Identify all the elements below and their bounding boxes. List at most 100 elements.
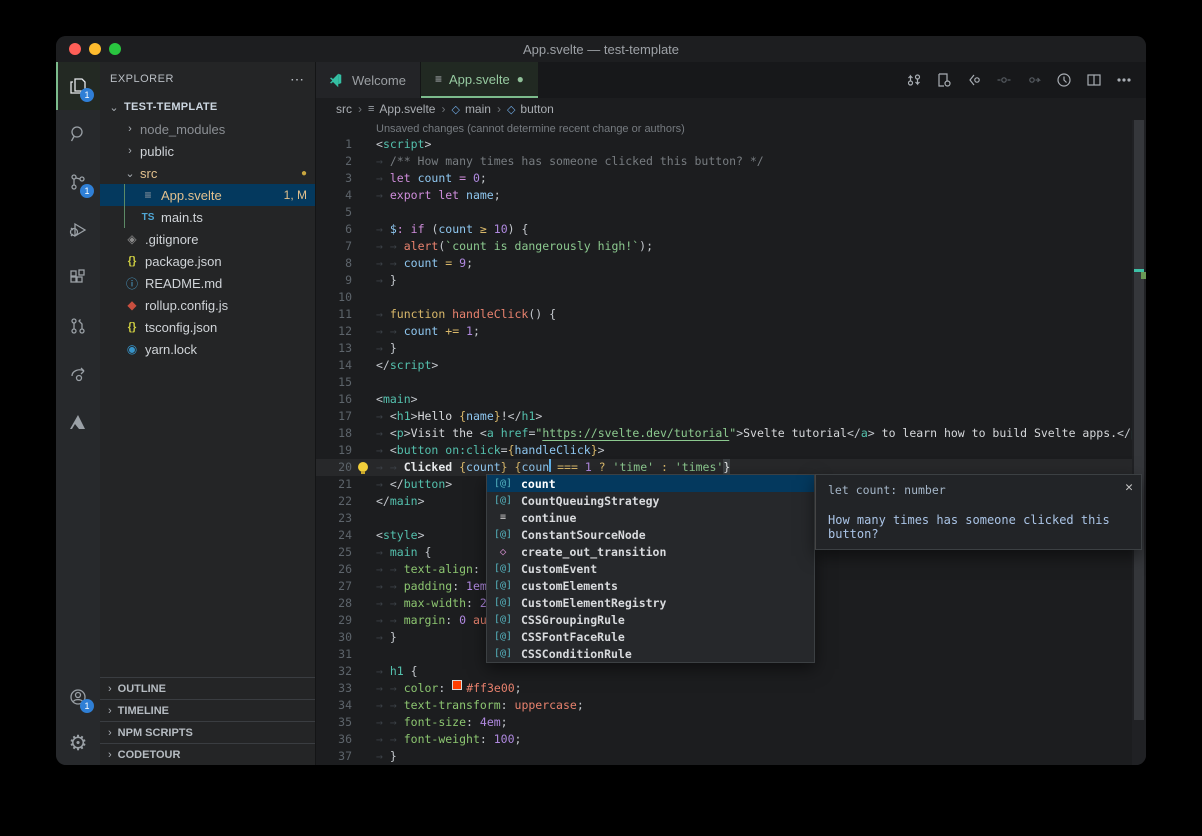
- gutter[interactable]: [352, 187, 376, 204]
- line-number[interactable]: 31: [316, 646, 352, 663]
- open-changes-icon[interactable]: [932, 68, 956, 92]
- line-number[interactable]: 9: [316, 272, 352, 289]
- gutter[interactable]: [352, 204, 376, 221]
- line-number[interactable]: 34: [316, 697, 352, 714]
- line-number[interactable]: 35: [316, 714, 352, 731]
- tree-item-readme.md[interactable]: ⓘREADME.md: [100, 272, 315, 294]
- gutter[interactable]: [352, 629, 376, 646]
- line-number[interactable]: 8: [316, 255, 352, 272]
- close-window-button[interactable]: [69, 43, 81, 55]
- code-line-1[interactable]: 1<script>: [316, 136, 1146, 153]
- code-line-37[interactable]: 37→ }: [316, 748, 1146, 765]
- breadcrumb-src[interactable]: src: [336, 102, 352, 116]
- line-number[interactable]: 7: [316, 238, 352, 255]
- suggest-item-ConstantSourceNode[interactable]: [@]ConstantSourceNode: [487, 526, 814, 543]
- gutter[interactable]: [352, 442, 376, 459]
- panel-npm-scripts[interactable]: ›NPM SCRIPTS: [100, 721, 315, 743]
- line-number[interactable]: 23: [316, 510, 352, 527]
- zoom-window-button[interactable]: [109, 43, 121, 55]
- code-line-10[interactable]: 10: [316, 289, 1146, 306]
- code-line-32[interactable]: 32→ h1 {: [316, 663, 1146, 680]
- settings-gear-icon[interactable]: ⚙: [56, 721, 100, 765]
- line-number[interactable]: 22: [316, 493, 352, 510]
- line-number[interactable]: 26: [316, 561, 352, 578]
- tree-item-src[interactable]: ⌄src●: [100, 162, 315, 184]
- line-number[interactable]: 28: [316, 595, 352, 612]
- extensions-icon[interactable]: [56, 254, 100, 302]
- line-number[interactable]: 18: [316, 425, 352, 442]
- gutter[interactable]: [352, 408, 376, 425]
- split-editor-icon[interactable]: [1082, 68, 1106, 92]
- code-line-35[interactable]: 35→ → font-size: 4em;: [316, 714, 1146, 731]
- code-line-17[interactable]: 17→ <h1>Hello {name}!</h1>: [316, 408, 1146, 425]
- code-line-6[interactable]: 6→ $: if (count ≥ 10) {: [316, 221, 1146, 238]
- gutter[interactable]: [352, 578, 376, 595]
- line-number[interactable]: 21: [316, 476, 352, 493]
- gutter[interactable]: [352, 221, 376, 238]
- accounts-icon[interactable]: 1: [56, 673, 100, 721]
- gutter[interactable]: [352, 238, 376, 255]
- gutter[interactable]: [352, 663, 376, 680]
- code-line-2[interactable]: 2→ /** How many times has someone clicke…: [316, 153, 1146, 170]
- modified-dot-icon[interactable]: ●: [517, 72, 524, 86]
- gutter[interactable]: [352, 527, 376, 544]
- gutter[interactable]: [352, 476, 376, 493]
- line-number[interactable]: 19: [316, 442, 352, 459]
- line-number[interactable]: 15: [316, 374, 352, 391]
- line-number[interactable]: 29: [316, 612, 352, 629]
- code-line-16[interactable]: 16<main>: [316, 391, 1146, 408]
- line-number[interactable]: 16: [316, 391, 352, 408]
- line-number[interactable]: 4: [316, 187, 352, 204]
- suggest-item-CustomEvent[interactable]: [@]CustomEvent: [487, 560, 814, 577]
- gutter[interactable]: [352, 459, 376, 476]
- code-line-34[interactable]: 34→ → text-transform: uppercase;: [316, 697, 1146, 714]
- next-change-icon[interactable]: [1022, 68, 1046, 92]
- code-line-36[interactable]: 36→ → font-weight: 100;: [316, 731, 1146, 748]
- panel-codetour[interactable]: ›CODETOUR: [100, 743, 315, 765]
- open-previous-change-icon[interactable]: [962, 68, 986, 92]
- suggest-item-continue[interactable]: ≡continue: [487, 509, 814, 526]
- code-line-11[interactable]: 11→ function handleClick() {: [316, 306, 1146, 323]
- code-line-13[interactable]: 13→ }: [316, 340, 1146, 357]
- gutter[interactable]: [352, 306, 376, 323]
- line-number[interactable]: 36: [316, 731, 352, 748]
- gutter[interactable]: [352, 289, 376, 306]
- gutter[interactable]: [352, 136, 376, 153]
- code-line-9[interactable]: 9→ }: [316, 272, 1146, 289]
- gutter[interactable]: [352, 493, 376, 510]
- search-icon[interactable]: [56, 110, 100, 158]
- gutter[interactable]: [352, 697, 376, 714]
- suggest-item-CSSFontFaceRule[interactable]: [@]CSSFontFaceRule: [487, 628, 814, 645]
- run-and-debug-icon[interactable]: [56, 206, 100, 254]
- line-number[interactable]: 24: [316, 527, 352, 544]
- line-number[interactable]: 6: [316, 221, 352, 238]
- tree-item-tsconfig.json[interactable]: {}tsconfig.json: [100, 316, 315, 338]
- gutter[interactable]: [352, 323, 376, 340]
- gutter[interactable]: [352, 561, 376, 578]
- breadcrumb-app.svelte[interactable]: ≡App.svelte: [368, 102, 435, 116]
- tree-item-app.svelte[interactable]: ≡App.svelte1, M: [100, 184, 315, 206]
- github-pull-requests-icon[interactable]: [56, 302, 100, 350]
- gutter[interactable]: [352, 272, 376, 289]
- suggest-item-create_out_transition[interactable]: ◇create_out_transition: [487, 543, 814, 560]
- views-more-actions-icon[interactable]: ⋯: [290, 71, 305, 88]
- title-bar[interactable]: App.svelte — test-template: [56, 36, 1146, 62]
- gutter[interactable]: [352, 646, 376, 663]
- line-number[interactable]: 12: [316, 323, 352, 340]
- code-editor[interactable]: Unsaved changes (cannot determine recent…: [316, 120, 1146, 765]
- code-line-4[interactable]: 4→ export let name;: [316, 187, 1146, 204]
- line-number[interactable]: 11: [316, 306, 352, 323]
- line-number[interactable]: 27: [316, 578, 352, 595]
- code-line-19[interactable]: 19→ <button on:click={handleClick}>: [316, 442, 1146, 459]
- gutter[interactable]: [352, 714, 376, 731]
- more-actions-icon[interactable]: [1112, 68, 1136, 92]
- code-line-14[interactable]: 14</script>: [316, 357, 1146, 374]
- gutter[interactable]: [352, 170, 376, 187]
- tree-root-test-template[interactable]: ⌄TEST-TEMPLATE: [100, 96, 315, 118]
- color-swatch[interactable]: [452, 680, 462, 690]
- tree-item-node_modules[interactable]: ›node_modules: [100, 118, 315, 140]
- gutter[interactable]: [352, 510, 376, 527]
- suggest-item-CustomElementRegistry[interactable]: [@]CustomElementRegistry: [487, 594, 814, 611]
- gutter[interactable]: [352, 425, 376, 442]
- suggest-item-CSSGroupingRule[interactable]: [@]CSSGroupingRule: [487, 611, 814, 628]
